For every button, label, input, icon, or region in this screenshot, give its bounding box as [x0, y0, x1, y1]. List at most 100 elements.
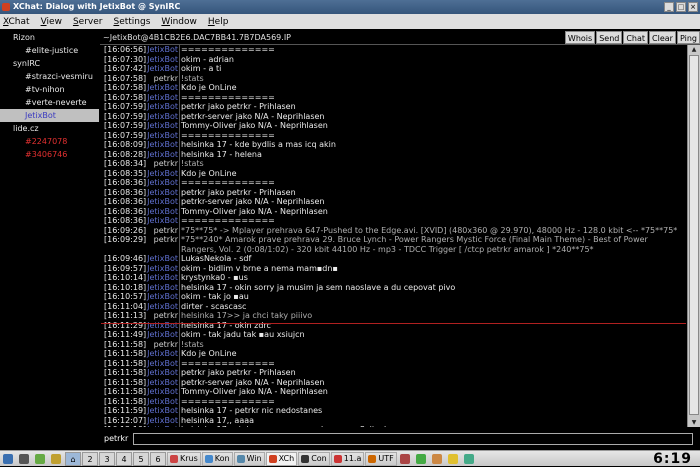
dialog-item-selected[interactable]: JetixBot [0, 109, 99, 122]
task-button[interactable]: 11.a [330, 451, 365, 466]
message-text: petrkr jako petrkr - Prihlasen [181, 368, 296, 377]
send-button[interactable]: Send [596, 31, 623, 44]
nickname[interactable]: JetixBot [136, 131, 178, 141]
message-input[interactable] [133, 433, 693, 445]
menu-server[interactable]: Server [73, 17, 103, 27]
nickname[interactable]: JetixBot [136, 378, 178, 388]
nickname[interactable]: JetixBot [136, 349, 178, 359]
task-button[interactable]: UTF [365, 451, 397, 466]
terminal-icon[interactable] [19, 453, 29, 464]
nickname[interactable]: JetixBot [136, 112, 178, 122]
tray-icon[interactable] [399, 453, 410, 464]
close-button[interactable]: × [688, 2, 698, 12]
nickname[interactable]: JetixBot [136, 321, 178, 331]
menu-xchat[interactable]: XChat [3, 17, 30, 27]
nickname[interactable]: JetixBot [136, 264, 178, 274]
server-item[interactable]: synIRC [0, 57, 99, 70]
channel-item[interactable]: #verte-neverte [0, 96, 99, 109]
nickname[interactable]: JetixBot [136, 406, 178, 416]
nickname[interactable]: petrkr [136, 226, 178, 236]
nickname[interactable]: JetixBot [136, 150, 178, 160]
scroll-up-icon[interactable]: ▲ [688, 45, 700, 54]
workspace-button[interactable]: 4 [116, 451, 132, 466]
window-titlebar[interactable]: XChat: Dialog with JetixBot @ SynIRC _ □… [0, 0, 700, 14]
nickname[interactable]: JetixBot [136, 397, 178, 407]
workspace-1[interactable]: ⌂ [65, 451, 81, 466]
channel-item-highlighted[interactable]: #3406746 [0, 148, 99, 161]
scroll-thumb[interactable] [689, 55, 699, 415]
chat-log[interactable]: [16:06:56] JetixBot ============== [16:07:3… [101, 45, 686, 427]
kde-menu-icon[interactable] [3, 453, 13, 464]
tray-icon[interactable] [463, 453, 474, 464]
nickname[interactable]: petrkr [136, 340, 178, 350]
message-text: okim - tak jadu tak ▪au xsiujcn [181, 330, 305, 339]
message-text: helsinka 17,, aaaa [181, 415, 255, 425]
nickname[interactable]: JetixBot [136, 292, 178, 302]
channel-item[interactable]: #tv-nihon [0, 83, 99, 96]
task-button[interactable]: Krus [167, 451, 201, 466]
nickname[interactable]: JetixBot [136, 169, 178, 179]
minimize-button[interactable]: _ [664, 2, 674, 12]
nickname[interactable]: JetixBot [136, 121, 178, 131]
nickname[interactable]: petrkr [136, 311, 178, 321]
workspace-button[interactable]: 3 [99, 451, 115, 466]
nickname[interactable]: JetixBot [136, 197, 178, 207]
nickname[interactable]: JetixBot [136, 216, 178, 226]
channel-item[interactable]: #elite-justice [0, 44, 99, 57]
chat-button[interactable]: Chat [623, 31, 649, 44]
task-button[interactable]: Win [233, 451, 265, 466]
nickname[interactable]: JetixBot [136, 140, 178, 150]
nickname[interactable]: JetixBot [136, 359, 178, 369]
clear-button[interactable]: Clear [649, 31, 676, 44]
chat-scrollbar[interactable]: ▲ ▼ [687, 45, 700, 427]
workspace-button[interactable]: 5 [133, 451, 149, 466]
nickname[interactable]: JetixBot [136, 273, 178, 283]
nickname[interactable]: JetixBot [136, 254, 178, 264]
topic-text[interactable]: ~JetixBot@4B1CB2E6.DAC7BB41.7B7DA569.IP [103, 31, 291, 44]
server-item[interactable]: lide.cz [0, 122, 99, 135]
chat-line: [16:08:34] petrkr !stats [101, 159, 686, 169]
input-nick[interactable]: petrkr [104, 433, 128, 445]
nickname[interactable]: JetixBot [136, 45, 178, 55]
nickname[interactable]: petrkr [136, 74, 178, 84]
tray-icon[interactable] [431, 453, 442, 464]
nickname[interactable]: JetixBot [136, 368, 178, 378]
menu-window[interactable]: Window [161, 17, 197, 27]
nickname[interactable]: JetixBot [136, 55, 178, 65]
workspace-button[interactable]: 2 [82, 451, 98, 466]
task-button-active[interactable]: XCh [265, 451, 298, 466]
nickname[interactable]: JetixBot [136, 188, 178, 198]
task-button[interactable]: Con [298, 451, 330, 466]
tray-icon[interactable] [415, 453, 426, 464]
home-folder-icon[interactable] [51, 453, 61, 464]
nickname[interactable]: JetixBot [136, 425, 178, 427]
nickname[interactable]: JetixBot [136, 178, 178, 188]
server-item[interactable]: Rizon [0, 31, 99, 44]
workspace-button[interactable]: 6 [150, 451, 166, 466]
nickname[interactable]: JetixBot [136, 83, 178, 93]
channel-item-highlighted[interactable]: #2247078 [0, 135, 99, 148]
nickname[interactable]: JetixBot [136, 330, 178, 340]
ping-button[interactable]: Ping [676, 31, 700, 44]
menu-settings[interactable]: Settings [113, 17, 150, 27]
whois-button[interactable]: Whois [564, 31, 596, 44]
nickname[interactable]: petrkr [136, 159, 178, 169]
scroll-down-icon[interactable]: ▼ [688, 418, 700, 427]
nickname[interactable]: JetixBot [136, 93, 178, 103]
nickname[interactable]: JetixBot [136, 302, 178, 312]
menu-help[interactable]: Help [208, 17, 229, 27]
nickname[interactable]: JetixBot [136, 207, 178, 217]
nickname[interactable]: JetixBot [136, 64, 178, 74]
nickname[interactable]: JetixBot [136, 283, 178, 293]
menu-view[interactable]: View [41, 17, 62, 27]
channel-item[interactable]: #strazci-vesmiru [0, 70, 99, 83]
nickname[interactable]: JetixBot [136, 387, 178, 397]
nickname[interactable]: JetixBot [136, 416, 178, 426]
nickname[interactable]: petrkr [136, 235, 178, 245]
nickname[interactable]: JetixBot [136, 102, 178, 112]
tray-icon[interactable] [447, 453, 458, 464]
maximize-button[interactable]: □ [676, 2, 686, 12]
clock[interactable]: 6:19 [653, 451, 692, 467]
task-button[interactable]: Kon [201, 451, 233, 466]
desktop-icon[interactable] [35, 453, 45, 464]
